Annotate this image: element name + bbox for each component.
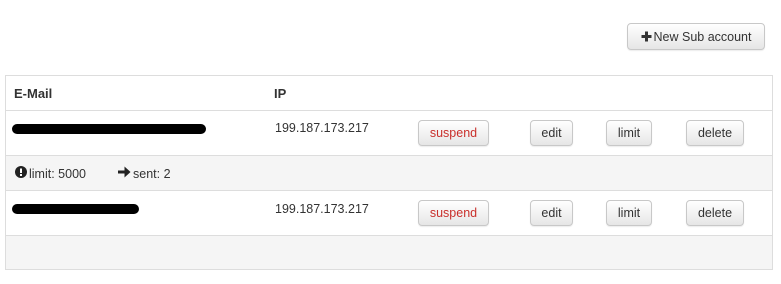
table-footer-row <box>6 236 772 269</box>
delete-button[interactable]: delete <box>686 200 744 226</box>
edit-button[interactable]: edit <box>530 120 573 146</box>
ip-address: 199.187.173.217 <box>275 202 369 216</box>
column-header-email: E-Mail <box>14 86 53 101</box>
suspend-button[interactable]: suspend <box>418 200 489 226</box>
limit-button[interactable]: limit <box>606 120 652 146</box>
edit-button[interactable]: edit <box>530 200 573 226</box>
table-row: 199.187.173.217 suspend edit limit delet… <box>6 191 772 236</box>
ip-address: 199.187.173.217 <box>275 121 369 135</box>
email-redacted <box>12 204 139 214</box>
email-redacted <box>12 124 206 134</box>
plus-icon <box>641 31 652 42</box>
sent-info: sent: 2 <box>118 166 171 181</box>
column-header-ip: IP <box>274 86 287 101</box>
exclamation-circle-icon <box>15 166 29 181</box>
table-row: 199.187.173.217 suspend edit limit delet… <box>6 111 772 156</box>
new-sub-account-button[interactable]: New Sub account <box>627 23 765 50</box>
limit-text: limit: 5000 <box>29 166 86 181</box>
new-sub-account-label: New Sub account <box>653 29 752 44</box>
limit-button[interactable]: limit <box>606 200 652 226</box>
table-header: E-Mail IP <box>6 76 772 111</box>
arrow-right-icon <box>118 166 133 181</box>
account-info-row: limit: 5000 sent: 2 <box>6 156 772 191</box>
suspend-button[interactable]: suspend <box>418 120 489 146</box>
limit-info: limit: 5000 <box>15 166 86 181</box>
sent-text: sent: 2 <box>133 166 171 181</box>
sub-accounts-table: E-Mail IP 199.187.173.217 suspend edit l… <box>5 75 773 270</box>
delete-button[interactable]: delete <box>686 120 744 146</box>
